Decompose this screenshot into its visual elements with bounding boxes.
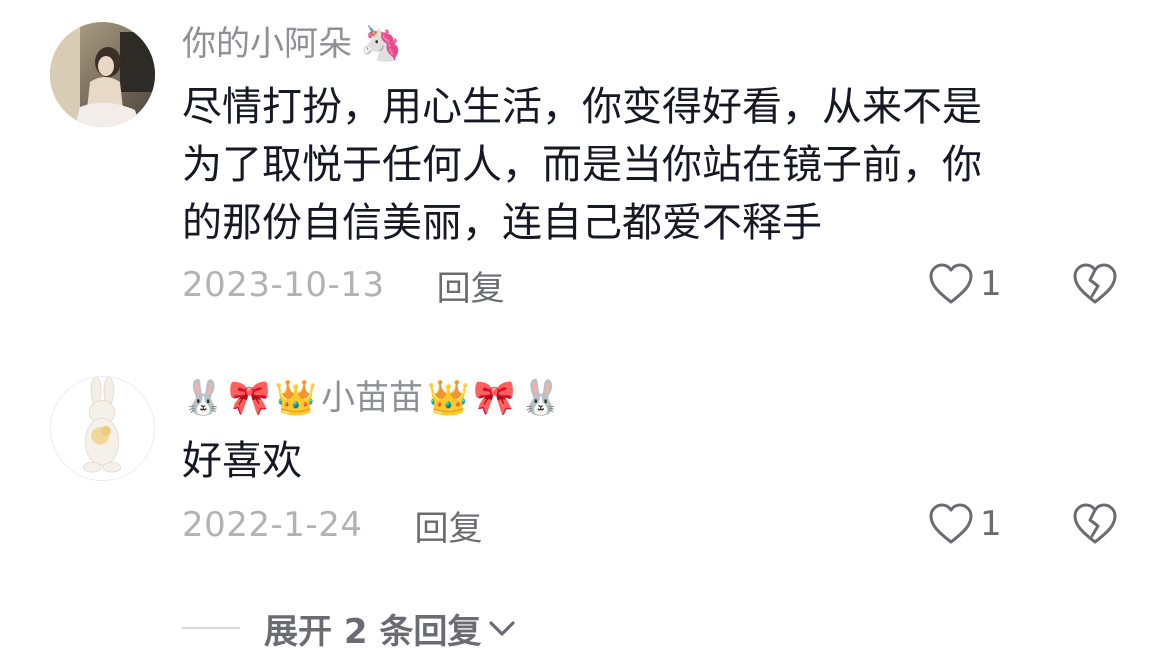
comment-meta: 2023-10-13 回复 — [182, 260, 505, 310]
comment-meta: 2022-1-24 回复 — [182, 500, 482, 550]
rabbit-emoji: 🐰 — [182, 378, 225, 418]
reply-button[interactable]: 回复 — [437, 261, 505, 310]
dislike-button[interactable] — [1072, 262, 1118, 310]
username-text[interactable]: 小苗苗 — [321, 376, 423, 420]
comment-body: 🐰 🎀 👑 小苗苗 👑 🎀 🐰 好喜欢 — [182, 376, 1102, 490]
comment-text-line: 好喜欢 — [182, 438, 302, 484]
expand-replies-button[interactable]: 展开 2 条回复 — [182, 604, 519, 652]
like-button[interactable]: 1 — [928, 262, 1002, 306]
heart-outline-icon[interactable] — [928, 262, 974, 306]
expand-replies-label[interactable]: 展开 2 条回复 — [264, 604, 481, 652]
crown-emoji: 👑 — [274, 378, 318, 418]
rabbit-emoji: 🐰 — [519, 378, 563, 418]
comment-body: 你的小阿朵 🦄 尽情打扮，用心生活，你变得好看，从来不是 为了取悦于任何人，而是… — [182, 22, 1102, 252]
comment-text: 好喜欢 — [182, 432, 1102, 490]
avatar[interactable] — [50, 376, 155, 481]
crown-emoji: 👑 — [427, 378, 470, 418]
username-text[interactable]: 你的小阿朵 — [182, 22, 352, 66]
like-count: 1 — [980, 264, 1002, 304]
comment-text-line: 为了取悦于任何人，而是当你站在镜子前，你 — [182, 142, 982, 188]
comment-list: 你的小阿朵 🦄 尽情打扮，用心生活，你变得好看，从来不是 为了取悦于任何人，而是… — [0, 0, 1170, 652]
ribbon-emoji: 🎀 — [228, 378, 271, 418]
like-button[interactable]: 1 — [928, 502, 1002, 546]
comment-date: 2022-1-24 — [182, 505, 363, 545]
comment-text: 尽情打扮，用心生活，你变得好看，从来不是 为了取悦于任何人，而是当你站在镜子前，… — [182, 78, 1102, 252]
comment-date: 2023-10-13 — [182, 265, 385, 305]
heart-outline-icon[interactable] — [928, 502, 974, 546]
avatar[interactable] — [50, 22, 155, 127]
username[interactable]: 🐰 🎀 👑 小苗苗 👑 🎀 🐰 — [182, 376, 1102, 420]
unicorn-emoji: 🦄 — [360, 24, 403, 64]
chevron-down-icon[interactable] — [485, 611, 519, 645]
broken-heart-icon[interactable] — [1072, 502, 1118, 546]
reply-button[interactable]: 回复 — [414, 501, 482, 550]
ribbon-emoji: 🎀 — [473, 378, 516, 418]
comment-text-line: 尽情打扮，用心生活，你变得好看，从来不是 — [182, 84, 982, 130]
dislike-button[interactable] — [1072, 502, 1118, 550]
comment-text-line: 的那份自信美丽，连自己都爱不释手 — [182, 200, 822, 246]
divider-line — [182, 627, 240, 629]
like-count: 1 — [980, 504, 1002, 544]
broken-heart-icon[interactable] — [1072, 262, 1118, 306]
username[interactable]: 你的小阿朵 🦄 — [182, 22, 1102, 66]
